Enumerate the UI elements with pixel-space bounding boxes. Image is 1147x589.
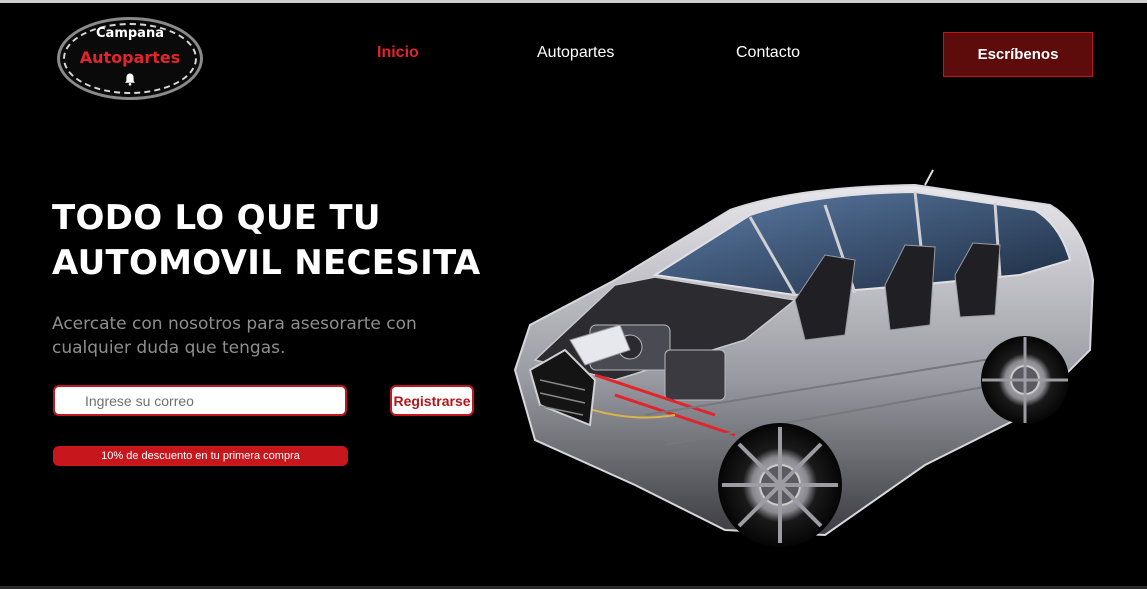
hero-title: TODO LO QUE TU AUTOMOVIL NECESITA <box>52 196 512 286</box>
register-button[interactable]: Registrarse <box>390 385 474 416</box>
brand-logo[interactable]: Campana Autopartes <box>57 17 203 100</box>
logo-text-autopartes: Autopartes <box>79 48 181 67</box>
nav-link-contacto[interactable]: Contacto <box>736 44 800 62</box>
contact-cta-button[interactable]: Escríbenos <box>943 32 1093 77</box>
hero-subtitle: Acercate con nosotros para asesorarte co… <box>52 314 417 358</box>
logo-text-campana: Campana <box>96 26 164 41</box>
hero-title-line2: AUTOMOVIL NECESITA <box>52 243 481 283</box>
bell-icon <box>125 73 135 86</box>
hero-title-line1: TODO LO QUE TU <box>52 198 381 238</box>
window-top-border <box>0 0 1147 3</box>
cutaway-suv-image <box>513 169 1095 547</box>
front-wheel <box>718 423 842 547</box>
nav-link-autopartes[interactable]: Autopartes <box>537 44 614 62</box>
email-input[interactable] <box>53 385 347 416</box>
rear-wheel <box>981 336 1069 424</box>
nav-link-inicio[interactable]: Inicio <box>377 44 419 62</box>
discount-badge: 10% de descuento en tu primera compra <box>53 446 348 466</box>
